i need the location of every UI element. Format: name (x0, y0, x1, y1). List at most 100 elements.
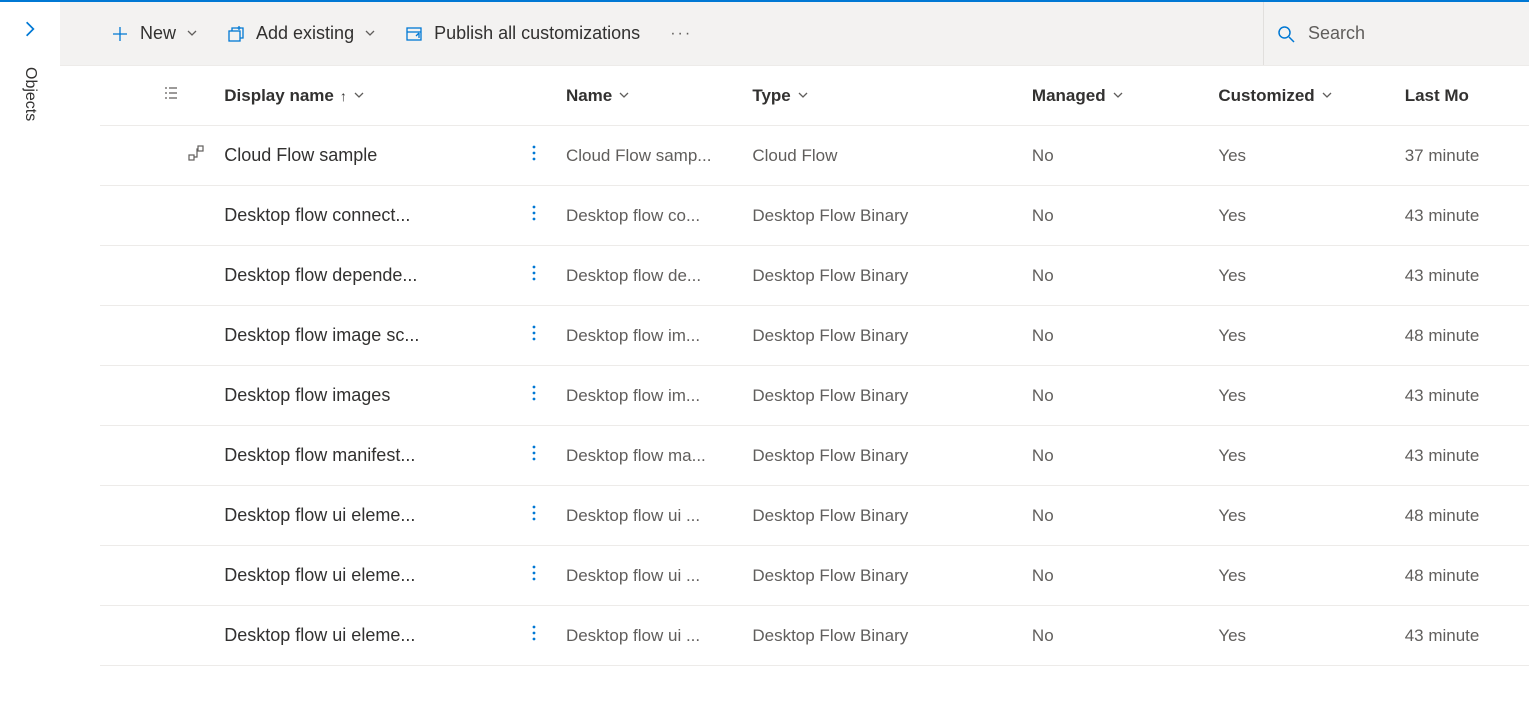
plus-icon (110, 24, 130, 44)
row-customized: Yes (1218, 506, 1246, 525)
row-customized: Yes (1218, 566, 1246, 585)
table-row[interactable]: Desktop flow connect... Desktop flow co..… (100, 186, 1529, 246)
row-name: Desktop flow im... (566, 326, 700, 345)
row-modified: 48 minute (1405, 506, 1480, 525)
new-button[interactable]: New (100, 15, 208, 52)
row-managed: No (1032, 506, 1054, 525)
search-input[interactable] (1308, 23, 1501, 44)
row-managed: No (1032, 446, 1054, 465)
column-header-display-name[interactable]: Display name ↑ (224, 86, 365, 106)
row-type: Desktop Flow Binary (752, 206, 908, 225)
chevron-down-icon (1112, 86, 1124, 106)
row-modified: 43 minute (1405, 446, 1480, 465)
row-modified: 37 minute (1405, 146, 1480, 165)
add-existing-label: Add existing (256, 23, 354, 44)
row-modified: 43 minute (1405, 206, 1480, 225)
row-managed: No (1032, 146, 1054, 165)
row-modified: 43 minute (1405, 386, 1480, 405)
row-managed: No (1032, 326, 1054, 345)
row-customized: Yes (1218, 266, 1246, 285)
row-more-button[interactable] (527, 627, 541, 646)
publish-icon (404, 24, 424, 44)
row-display-name[interactable]: Desktop flow depende... (224, 265, 417, 285)
row-name: Desktop flow ma... (566, 446, 706, 465)
row-display-name[interactable]: Desktop flow manifest... (224, 445, 415, 465)
command-bar: New Add existing (60, 2, 1529, 66)
flow-icon (188, 146, 204, 165)
row-display-name[interactable]: Desktop flow ui eleme... (224, 565, 415, 585)
expand-rail-button[interactable] (13, 12, 47, 49)
row-type: Desktop Flow Binary (752, 446, 908, 465)
rail-label-objects[interactable]: Objects (21, 67, 39, 121)
row-modified: 43 minute (1405, 266, 1480, 285)
row-customized: Yes (1218, 386, 1246, 405)
row-type: Desktop Flow Binary (752, 266, 908, 285)
row-type: Desktop Flow Binary (752, 506, 908, 525)
table-row[interactable]: Cloud Flow sample Cloud Flow samp... Cloud… (100, 126, 1529, 186)
row-display-name[interactable]: Desktop flow connect... (224, 205, 410, 225)
new-label: New (140, 23, 176, 44)
row-customized: Yes (1218, 626, 1246, 645)
row-more-button[interactable] (527, 507, 541, 526)
row-type: Desktop Flow Binary (752, 626, 908, 645)
row-type: Desktop Flow Binary (752, 326, 908, 345)
more-commands-button[interactable]: ··· (658, 17, 704, 51)
table-row[interactable]: Desktop flow ui eleme... Desktop flow ui … (100, 486, 1529, 546)
row-more-button[interactable] (527, 387, 541, 406)
row-display-name[interactable]: Cloud Flow sample (224, 145, 377, 165)
row-display-name[interactable]: Desktop flow ui eleme... (224, 625, 415, 645)
row-more-button[interactable] (527, 267, 541, 286)
row-customized: Yes (1218, 326, 1246, 345)
search-box[interactable] (1263, 2, 1513, 65)
row-name: Cloud Flow samp... (566, 146, 712, 165)
select-all-toggle[interactable] (162, 66, 224, 126)
chevron-down-icon (364, 26, 376, 42)
publish-button[interactable]: Publish all customizations (394, 15, 650, 52)
row-more-button[interactable] (527, 327, 541, 346)
add-existing-icon (226, 24, 246, 44)
table-row[interactable]: Desktop flow image sc... Desktop flow im.… (100, 306, 1529, 366)
table-row[interactable]: Desktop flow ui eleme... Desktop flow ui … (100, 606, 1529, 666)
row-modified: 48 minute (1405, 566, 1480, 585)
table-row[interactable]: Desktop flow depende... Desktop flow de..… (100, 246, 1529, 306)
chevron-down-icon (353, 86, 365, 106)
row-type: Desktop Flow Binary (752, 566, 908, 585)
row-more-button[interactable] (527, 567, 541, 586)
table-row[interactable]: Desktop flow manifest... Desktop flow ma.… (100, 426, 1529, 486)
row-managed: No (1032, 206, 1054, 225)
chevron-down-icon (1321, 86, 1333, 106)
chevron-down-icon (618, 86, 630, 106)
row-type: Cloud Flow (752, 146, 837, 165)
column-header-name[interactable]: Name (566, 86, 630, 106)
row-customized: Yes (1218, 446, 1246, 465)
row-name: Desktop flow de... (566, 266, 701, 285)
add-existing-button[interactable]: Add existing (216, 15, 386, 52)
row-customized: Yes (1218, 206, 1246, 225)
column-header-last-modified[interactable]: Last Mo (1405, 86, 1469, 106)
objects-table: Display name ↑ Name (100, 66, 1529, 666)
row-modified: 48 minute (1405, 326, 1480, 345)
left-rail: Objects (0, 2, 60, 701)
row-name: Desktop flow co... (566, 206, 700, 225)
row-modified: 43 minute (1405, 626, 1480, 645)
row-name: Desktop flow im... (566, 386, 700, 405)
column-header-managed[interactable]: Managed (1032, 86, 1124, 106)
table-row[interactable]: Desktop flow images Desktop flow im... Des… (100, 366, 1529, 426)
row-name: Desktop flow ui ... (566, 626, 700, 645)
row-display-name[interactable]: Desktop flow images (224, 385, 390, 405)
row-more-button[interactable] (527, 207, 541, 226)
row-managed: No (1032, 386, 1054, 405)
column-header-type[interactable]: Type (752, 86, 808, 106)
row-customized: Yes (1218, 146, 1246, 165)
row-name: Desktop flow ui ... (566, 566, 700, 585)
row-more-button[interactable] (527, 147, 541, 166)
row-managed: No (1032, 566, 1054, 585)
row-name: Desktop flow ui ... (566, 506, 700, 525)
row-more-button[interactable] (527, 447, 541, 466)
table-row[interactable]: Desktop flow ui eleme... Desktop flow ui … (100, 546, 1529, 606)
column-header-customized[interactable]: Customized (1218, 86, 1332, 106)
row-display-name[interactable]: Desktop flow ui eleme... (224, 505, 415, 525)
row-display-name[interactable]: Desktop flow image sc... (224, 325, 419, 345)
publish-label: Publish all customizations (434, 23, 640, 44)
row-type: Desktop Flow Binary (752, 386, 908, 405)
